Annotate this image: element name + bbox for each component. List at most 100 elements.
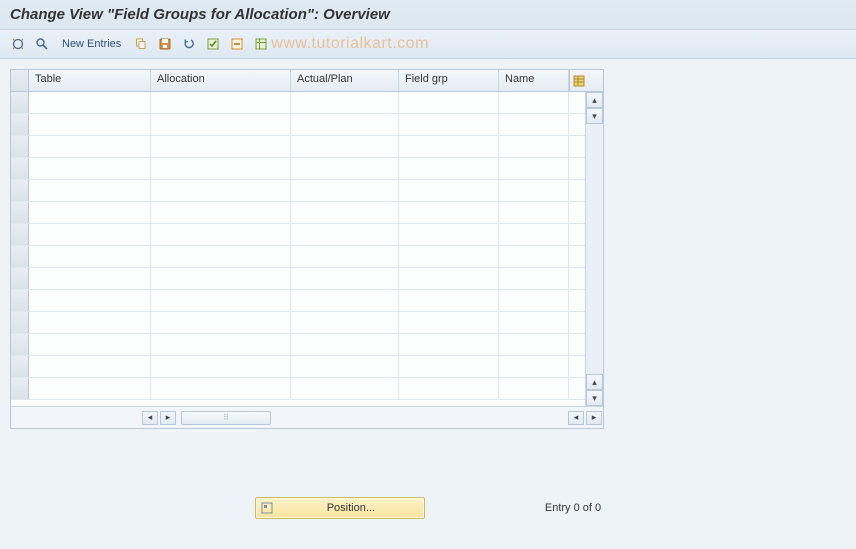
column-header-table[interactable]: Table [29, 70, 151, 91]
cell[interactable] [151, 312, 291, 333]
cell[interactable] [399, 158, 499, 179]
cell[interactable] [399, 202, 499, 223]
cell[interactable] [29, 202, 151, 223]
vertical-scrollbar[interactable]: ▴ ▾ ▴ ▾ [585, 92, 603, 406]
cell[interactable] [291, 180, 399, 201]
cell[interactable] [499, 114, 569, 135]
row-selector[interactable] [11, 246, 29, 267]
row-selector[interactable] [11, 180, 29, 201]
cell[interactable] [29, 92, 151, 113]
cell[interactable] [399, 114, 499, 135]
cell[interactable] [291, 136, 399, 157]
cell[interactable] [151, 180, 291, 201]
cell[interactable] [499, 158, 569, 179]
row-selector[interactable] [11, 356, 29, 377]
cell[interactable] [399, 180, 499, 201]
cell[interactable] [291, 92, 399, 113]
cell[interactable] [151, 136, 291, 157]
cell[interactable] [29, 290, 151, 311]
scroll-up-icon[interactable]: ▾ [586, 108, 603, 124]
cell[interactable] [151, 224, 291, 245]
cell[interactable] [291, 356, 399, 377]
cell[interactable] [151, 202, 291, 223]
other-view-icon[interactable] [8, 34, 28, 54]
cell[interactable] [151, 334, 291, 355]
copy-icon[interactable] [131, 34, 151, 54]
cell[interactable] [29, 378, 151, 399]
cell[interactable] [151, 378, 291, 399]
cell[interactable] [29, 334, 151, 355]
cell[interactable] [291, 312, 399, 333]
row-selector-header[interactable] [11, 70, 29, 91]
scroll-left-icon[interactable]: ◂ [142, 411, 158, 425]
save-icon[interactable] [155, 34, 175, 54]
scroll-right-icon[interactable]: ▸ [586, 411, 602, 425]
horizontal-scrollbar[interactable]: ◂ ▸ ⠿ ◂ ▸ [11, 406, 603, 428]
cell[interactable] [399, 268, 499, 289]
cell[interactable] [291, 290, 399, 311]
cell[interactable] [499, 268, 569, 289]
cell[interactable] [499, 312, 569, 333]
scroll-left-step-icon[interactable]: ◂ [568, 411, 584, 425]
column-header-actual-plan[interactable]: Actual/Plan [291, 70, 399, 91]
cell[interactable] [499, 136, 569, 157]
table-settings-icon[interactable] [251, 34, 271, 54]
scroll-bottom-icon[interactable]: ▾ [586, 390, 603, 406]
cell[interactable] [151, 290, 291, 311]
row-selector[interactable] [11, 334, 29, 355]
cell[interactable] [291, 268, 399, 289]
column-header-name[interactable]: Name [499, 70, 569, 91]
cell[interactable] [29, 268, 151, 289]
column-header-allocation[interactable]: Allocation [151, 70, 291, 91]
cell[interactable] [499, 202, 569, 223]
cell[interactable] [499, 246, 569, 267]
cell[interactable] [499, 290, 569, 311]
cell[interactable] [499, 92, 569, 113]
column-header-field-grp[interactable]: Field grp [399, 70, 499, 91]
cell[interactable] [499, 356, 569, 377]
cell[interactable] [499, 334, 569, 355]
cell[interactable] [151, 268, 291, 289]
cell[interactable] [151, 246, 291, 267]
row-selector[interactable] [11, 202, 29, 223]
cell[interactable] [291, 224, 399, 245]
row-selector[interactable] [11, 378, 29, 399]
cell[interactable] [151, 114, 291, 135]
scroll-top-icon[interactable]: ▴ [586, 92, 603, 108]
cell[interactable] [399, 246, 499, 267]
cell[interactable] [399, 224, 499, 245]
new-entries-button[interactable]: New Entries [56, 38, 127, 50]
position-button[interactable]: Position... [255, 497, 425, 519]
cell[interactable] [399, 356, 499, 377]
row-selector[interactable] [11, 114, 29, 135]
cell[interactable] [399, 92, 499, 113]
scroll-thumb[interactable]: ⠿ [181, 411, 271, 425]
cell[interactable] [29, 246, 151, 267]
cell[interactable] [399, 378, 499, 399]
cell[interactable] [29, 136, 151, 157]
cell[interactable] [291, 378, 399, 399]
row-selector[interactable] [11, 136, 29, 157]
cell[interactable] [29, 114, 151, 135]
cell[interactable] [29, 158, 151, 179]
scroll-down-icon[interactable]: ▴ [586, 374, 603, 390]
cell[interactable] [151, 356, 291, 377]
cell[interactable] [499, 378, 569, 399]
cell[interactable] [291, 246, 399, 267]
cell[interactable] [151, 158, 291, 179]
scroll-right-step-icon[interactable]: ▸ [160, 411, 176, 425]
row-selector[interactable] [11, 312, 29, 333]
row-selector[interactable] [11, 268, 29, 289]
cell[interactable] [29, 356, 151, 377]
find-icon[interactable] [32, 34, 52, 54]
cell[interactable] [291, 158, 399, 179]
cell[interactable] [399, 334, 499, 355]
table-configure-icon[interactable] [569, 70, 587, 91]
cell[interactable] [291, 334, 399, 355]
cell[interactable] [399, 290, 499, 311]
cell[interactable] [29, 180, 151, 201]
deselect-all-icon[interactable] [227, 34, 247, 54]
cell[interactable] [151, 92, 291, 113]
cell[interactable] [499, 224, 569, 245]
row-selector[interactable] [11, 224, 29, 245]
